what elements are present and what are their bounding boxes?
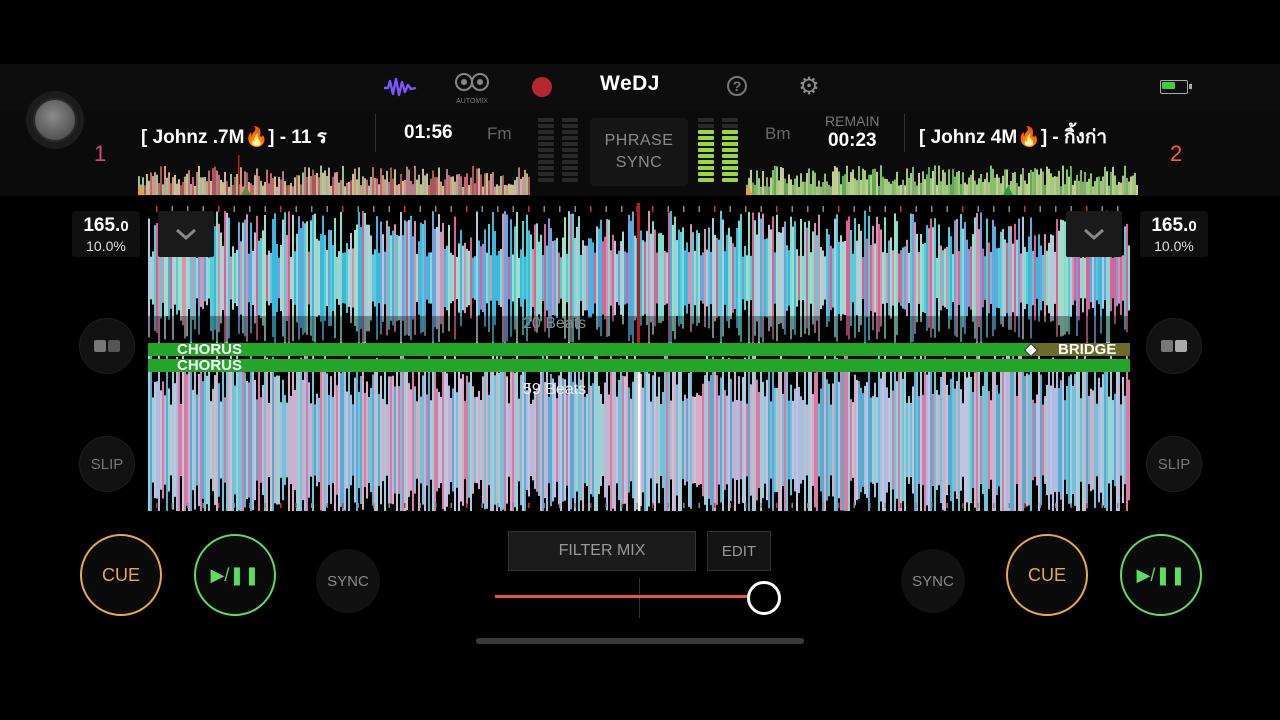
deck2-pad-mode-button[interactable]: [1146, 318, 1202, 374]
automix-label: AUTOMIX: [456, 98, 488, 105]
phrase-sync-button[interactable]: PHRASE SYNC: [590, 118, 688, 186]
deck1-beats-label: 20 Beats: [523, 315, 587, 332]
deck1-section-chorus: CHORUS: [177, 341, 243, 358]
pad-mode-icon: [1161, 340, 1187, 352]
deck1-level-meter: [538, 118, 580, 188]
deck2-remain-time: 00:23: [828, 130, 877, 151]
deck2-bpm-display[interactable]: 165.0 10.0%: [1140, 211, 1208, 257]
battery-icon: [1160, 80, 1192, 94]
deck2-level-meter: [698, 118, 740, 188]
crossfader[interactable]: [495, 578, 795, 618]
app-logo: WeDJ: [600, 72, 660, 95]
main-waveform-area[interactable]: [148, 203, 1130, 533]
filter-mix-button[interactable]: FILTER MIX: [508, 531, 696, 571]
crossfader-center-line: [639, 578, 640, 618]
phrase-sync-line1: PHRASE: [604, 132, 674, 149]
deck2-chevron-down-icon[interactable]: [1066, 211, 1122, 257]
phrase-sync-line2: SYNC: [615, 154, 663, 171]
deck2-cue-button[interactable]: CUE: [1006, 534, 1088, 616]
deck1-track-title[interactable]: [ Johnz .7M🔥] - 11 ร: [141, 122, 357, 152]
automix-icon[interactable]: AUTOMIX: [452, 72, 492, 105]
deck1-cue-button[interactable]: CUE: [80, 534, 162, 616]
deck1-bpm-display[interactable]: 165.0 10.0%: [72, 211, 140, 257]
deck1-key: Fm: [487, 124, 512, 143]
deck2-section-chorus: CHORUS: [177, 357, 243, 374]
help-icon[interactable]: ?: [727, 76, 747, 96]
pad-mode-icon: [94, 340, 120, 352]
deck1-bpm-decimal: 0: [120, 218, 129, 235]
deck1-pad-mode-button[interactable]: [79, 318, 135, 374]
crossfader-knob[interactable]: [747, 581, 782, 615]
deck2-track-title[interactable]: [ Johnz 4M🔥] - กิ้งก่า: [919, 122, 1133, 152]
record-icon[interactable]: [532, 77, 552, 97]
deck2-number: 2: [1170, 141, 1183, 166]
deck1-section-bridge: BRIDGE: [1058, 341, 1117, 358]
deck1-play-pause-button[interactable]: ▶/❚❚: [194, 534, 276, 616]
deck2-divider: [904, 114, 905, 152]
home-indicator: [476, 638, 804, 644]
deck1-structure-bar: CHORUS BRIDGE: [148, 341, 1130, 358]
jog-wheel-knob[interactable]: [35, 100, 75, 140]
deck1-sync-button[interactable]: SYNC: [316, 549, 380, 613]
crossfader-fill: [495, 595, 762, 598]
deck1-elapsed-time: 01:56: [404, 122, 453, 143]
deck1-divider: [375, 114, 376, 152]
deck2-overview-waveform[interactable]: [743, 155, 1138, 195]
deck2-sync-button[interactable]: SYNC: [901, 549, 965, 613]
waveform-icon[interactable]: [382, 74, 418, 100]
deck1-slip-button[interactable]: SLIP: [79, 436, 135, 492]
deck2-key: Bm: [765, 124, 791, 143]
deck2-bpm-value: 165.: [1151, 215, 1189, 236]
deck2-beats-label: 59 Beats: [523, 381, 587, 398]
deck1-pitch: 10.0%: [86, 238, 126, 254]
settings-icon[interactable]: ⚙: [797, 75, 821, 99]
deck2-slip-button[interactable]: SLIP: [1146, 436, 1202, 492]
deck1-number: 1: [94, 141, 107, 166]
edit-button[interactable]: EDIT: [707, 531, 771, 571]
deck2-play-pause-button[interactable]: ▶/❚❚: [1120, 534, 1202, 616]
deck2-structure-bar: CHORUS: [148, 357, 1130, 374]
deck1-overview-waveform[interactable]: [135, 155, 530, 195]
deck2-bpm-decimal: 0: [1188, 218, 1197, 235]
deck1-bpm-value: 165.: [83, 215, 121, 236]
deck1-chevron-down-icon[interactable]: [158, 211, 214, 257]
deck2-remain-label: REMAIN: [825, 113, 880, 129]
deck2-pitch: 10.0%: [1154, 238, 1194, 254]
